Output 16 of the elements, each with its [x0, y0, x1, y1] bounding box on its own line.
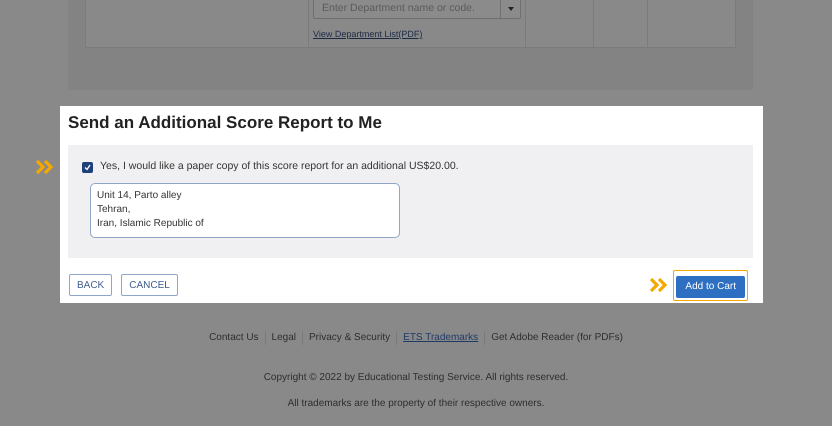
footer-link[interactable]: Privacy & Security [309, 330, 390, 345]
add-to-cart-button[interactable]: Add to Cart [676, 276, 745, 298]
footer-link[interactable]: ETS Trademarks [403, 330, 478, 345]
department-list-link[interactable]: View Department List(PDF) [313, 28, 422, 42]
caret-down-icon [508, 7, 514, 11]
footer-link[interactable]: Get Adobe Reader (for PDFs) [491, 330, 623, 345]
copyright-text: Copyright © 2022 by Educational Testing Service. All rights reserved. [262, 371, 570, 385]
paper-copy-label: Yes, I would like a paper copy of this score report for an additional US$20.00. [100, 159, 459, 174]
checkbox[interactable] [82, 162, 93, 172]
trademarks-text: All trademarks are the property of their respective owners. [286, 397, 546, 411]
footer-link[interactable]: Contact Us [209, 330, 259, 345]
address-field[interactable]: Unit 14, Parto alley Tehran, Iran, Islamic Republic of [90, 183, 400, 238]
dialog-title: Send an Additional Score Report to Me [68, 114, 383, 134]
cancel-button[interactable]: CANCEL [121, 274, 178, 296]
footer-link[interactable]: Legal [272, 330, 296, 345]
back-button[interactable]: BACK [69, 274, 112, 296]
